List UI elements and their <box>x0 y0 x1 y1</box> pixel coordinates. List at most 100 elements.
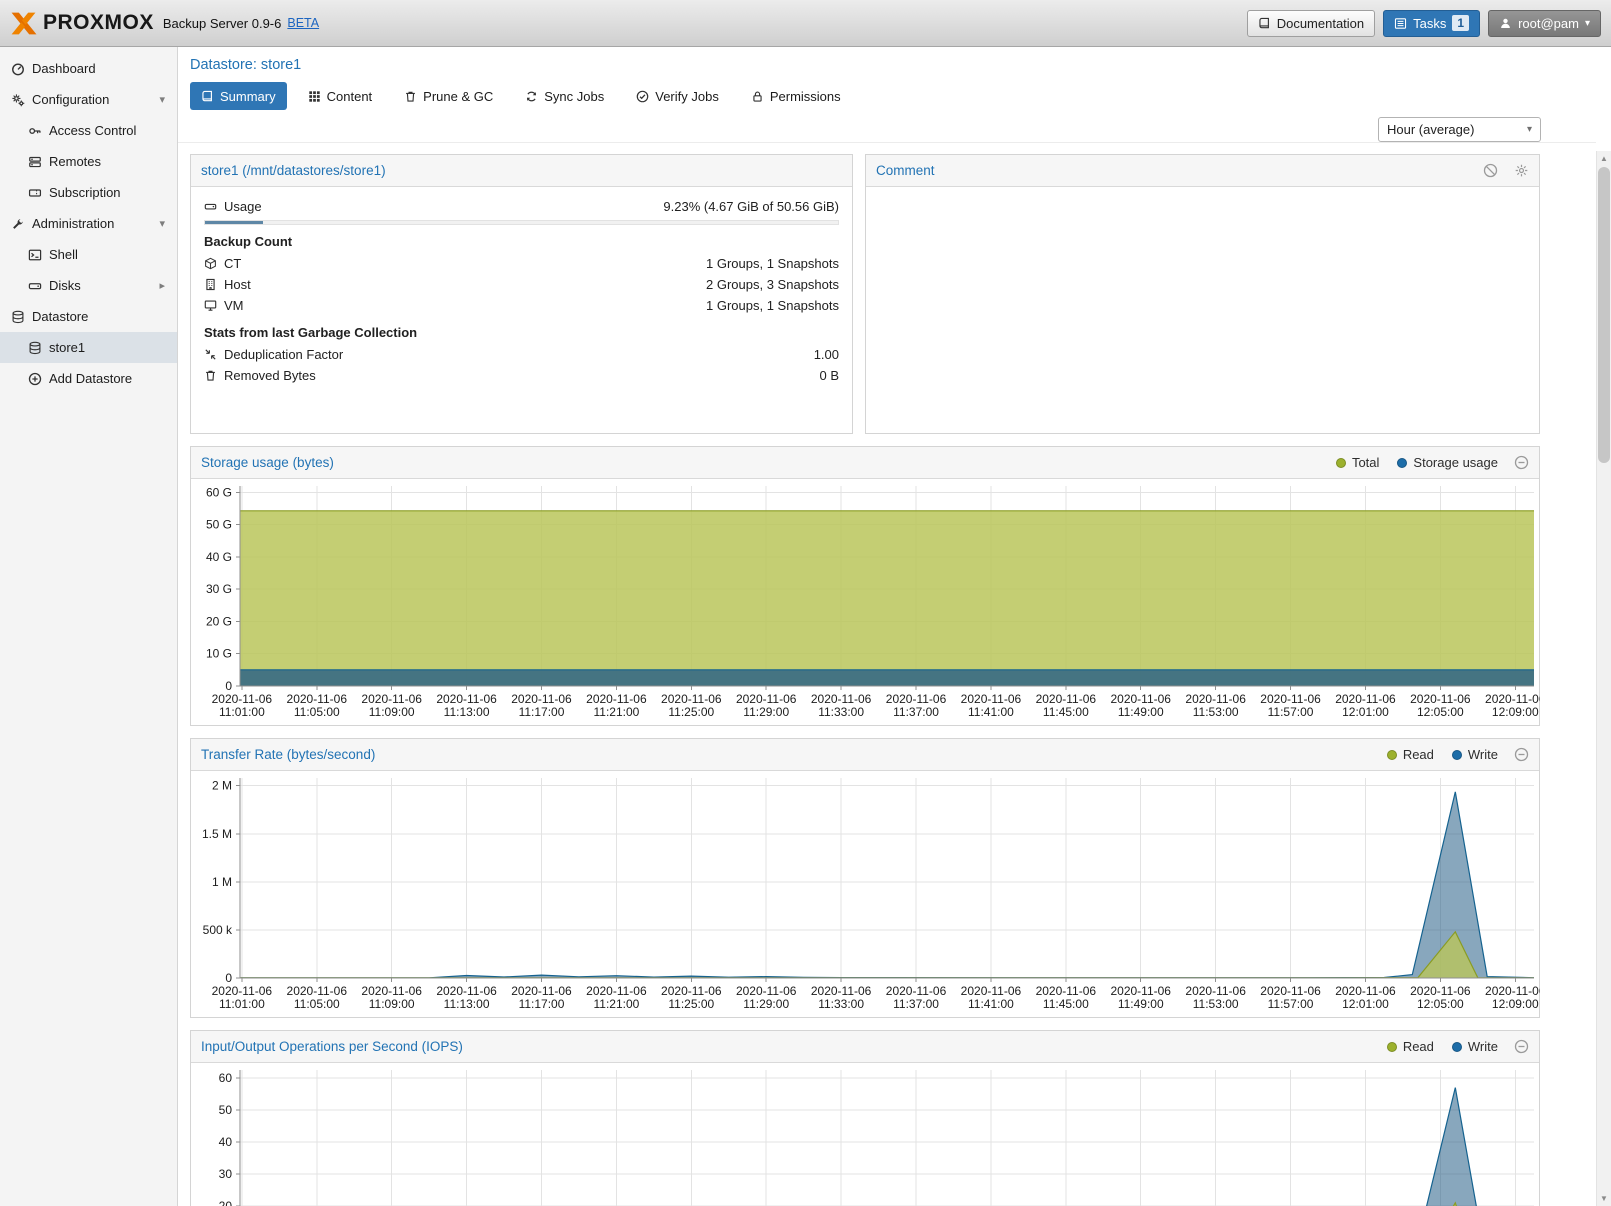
minus-circle-icon <box>1514 747 1529 762</box>
user-menu-button[interactable]: root@pam ▾ <box>1488 10 1601 37</box>
svg-text:2020-11-0611:33:00: 2020-11-0611:33:00 <box>811 692 872 719</box>
svg-text:2020-11-0611:01:00: 2020-11-0611:01:00 <box>212 984 273 1011</box>
legend-item-write[interactable]: Write <box>1452 747 1498 762</box>
chevron-right-icon[interactable]: ▸ <box>159 279 165 292</box>
ticket-icon <box>28 186 42 200</box>
tab-prune-gc[interactable]: Prune & GC <box>393 82 504 110</box>
key-icon <box>28 124 42 138</box>
sidebar-item-configuration[interactable]: Configuration ▾ <box>0 84 177 115</box>
clear-comment-button[interactable] <box>1483 163 1498 178</box>
svg-text:2020-11-0611:01:00: 2020-11-0611:01:00 <box>212 692 273 719</box>
svg-text:2020-11-0611:13:00: 2020-11-0611:13:00 <box>436 692 497 719</box>
collapse-chart-button[interactable] <box>1514 455 1529 470</box>
tab-content[interactable]: Content <box>297 82 384 110</box>
vm-row: VM 1 Groups, 1 Snapshots <box>204 295 839 316</box>
svg-text:2020-11-0611:13:00: 2020-11-0611:13:00 <box>436 984 497 1011</box>
legend-item-total[interactable]: Total <box>1336 455 1379 470</box>
svg-text:2020-11-0611:05:00: 2020-11-0611:05:00 <box>287 984 348 1011</box>
legend-dot <box>1397 458 1407 468</box>
usage-row: Usage 9.23% (4.67 GiB of 50.56 GiB) <box>204 196 839 217</box>
legend-item-storage-usage[interactable]: Storage usage <box>1397 455 1498 470</box>
tasks-badge: 1 <box>1452 15 1469 31</box>
sidebar-item-shell[interactable]: Shell <box>0 239 177 270</box>
tab-sync-jobs[interactable]: Sync Jobs <box>514 82 615 110</box>
chevron-down-icon[interactable]: ▾ <box>159 93 165 106</box>
sidebar: Dashboard Configuration ▾ Access Control… <box>0 47 178 1206</box>
legend-item-read[interactable]: Read <box>1387 747 1434 762</box>
building-icon <box>204 278 217 291</box>
dedup-row: Deduplication Factor 1.00 <box>204 344 839 365</box>
sidebar-item-subscription[interactable]: Subscription <box>0 177 177 208</box>
documentation-button[interactable]: Documentation <box>1247 10 1375 37</box>
gears-icon <box>11 93 25 107</box>
header: PROXMOX Backup Server 0.9-6 BETA Documen… <box>0 0 1611 47</box>
svg-text:2020-11-0612:05:00: 2020-11-0612:05:00 <box>1410 984 1471 1011</box>
minus-circle-icon <box>1514 455 1529 470</box>
svg-text:20 G: 20 G <box>206 614 232 628</box>
svg-text:2020-11-0611:41:00: 2020-11-0611:41:00 <box>961 692 1022 719</box>
hdd-icon <box>28 279 42 293</box>
tab-summary[interactable]: Summary <box>190 82 287 110</box>
user-label: root@pam <box>1518 16 1579 31</box>
scrollbar-track[interactable]: ▲ ▼ <box>1596 151 1611 1206</box>
scrollbar-thumb[interactable] <box>1598 167 1610 463</box>
legend: Read Write <box>1387 1039 1498 1054</box>
legend: Read Write <box>1387 747 1498 762</box>
storage-usage-chart: 010 G20 G30 G40 G50 G60 G2020-11-0611:01… <box>192 480 1540 724</box>
legend-dot <box>1452 1042 1462 1052</box>
sidebar-item-add-datastore[interactable]: Add Datastore <box>0 363 177 394</box>
tab-permissions[interactable]: Permissions <box>740 82 852 110</box>
chart-title-storage: Storage usage (bytes) <box>201 455 334 470</box>
scroll-down-button[interactable]: ▼ <box>1597 1191 1611 1206</box>
sidebar-item-access-control[interactable]: Access Control <box>0 115 177 146</box>
book-icon <box>201 90 214 103</box>
header-actions: Documentation Tasks 1 root@pam ▾ <box>1247 10 1601 37</box>
lock-icon <box>751 90 764 103</box>
legend-dot <box>1387 750 1397 760</box>
storage-usage-chart-panel: Storage usage (bytes) Total Storage usag… <box>190 446 1540 726</box>
chevron-down-icon: ▾ <box>1527 124 1532 135</box>
svg-text:40: 40 <box>219 1135 233 1149</box>
usage-value: 9.23% (4.67 GiB of 50.56 GiB) <box>663 199 839 214</box>
monitor-icon <box>204 299 217 312</box>
sidebar-item-datastore[interactable]: Datastore <box>0 301 177 332</box>
gear-icon <box>1514 163 1529 178</box>
svg-text:2020-11-0611:17:00: 2020-11-0611:17:00 <box>511 984 572 1011</box>
sidebar-item-store1[interactable]: store1 <box>0 332 177 363</box>
svg-text:2020-11-0611:21:00: 2020-11-0611:21:00 <box>586 692 647 719</box>
comment-settings-button[interactable] <box>1514 163 1529 178</box>
beta-link[interactable]: BETA <box>287 16 319 30</box>
usage-progress-bar <box>204 220 839 225</box>
sidebar-item-administration[interactable]: Administration ▾ <box>0 208 177 239</box>
datastore-summary-panel: store1 (/mnt/datastores/store1) Usage 9.… <box>190 154 853 434</box>
iops-chart-panel: Input/Output Operations per Second (IOPS… <box>190 1030 1540 1206</box>
legend: Total Storage usage <box>1336 455 1498 470</box>
user-icon <box>1499 17 1512 30</box>
svg-text:2020-11-0612:09:00: 2020-11-0612:09:00 <box>1485 692 1540 719</box>
svg-text:500 k: 500 k <box>203 923 233 937</box>
svg-text:30: 30 <box>219 1167 233 1181</box>
sidebar-item-disks[interactable]: Disks ▸ <box>0 270 177 301</box>
collapse-chart-button[interactable] <box>1514 1039 1529 1054</box>
chevron-down-icon[interactable]: ▾ <box>159 217 165 230</box>
brand-text: PROXMOX <box>43 11 154 35</box>
collapse-chart-button[interactable] <box>1514 747 1529 762</box>
sidebar-item-dashboard[interactable]: Dashboard <box>0 53 177 84</box>
svg-text:2020-11-0611:53:00: 2020-11-0611:53:00 <box>1185 984 1246 1011</box>
chevron-down-icon: ▾ <box>1585 18 1590 29</box>
timeframe-value: Hour (average) <box>1387 122 1474 137</box>
scroll-up-button[interactable]: ▲ <box>1597 151 1611 166</box>
legend-item-read[interactable]: Read <box>1387 1039 1434 1054</box>
svg-text:2020-11-0611:49:00: 2020-11-0611:49:00 <box>1110 984 1171 1011</box>
svg-text:0: 0 <box>225 679 232 693</box>
tasks-button[interactable]: Tasks 1 <box>1383 10 1480 37</box>
main-area: Datastore: store1 Summary Content Prune … <box>178 47 1596 1206</box>
timeframe-select[interactable]: Hour (average) ▾ <box>1378 117 1541 142</box>
tab-verify-jobs[interactable]: Verify Jobs <box>625 82 730 110</box>
sidebar-item-remotes[interactable]: Remotes <box>0 146 177 177</box>
legend-dot <box>1336 458 1346 468</box>
svg-text:2020-11-0611:09:00: 2020-11-0611:09:00 <box>361 692 422 719</box>
legend-item-write[interactable]: Write <box>1452 1039 1498 1054</box>
comment-content[interactable] <box>866 187 1539 433</box>
toolbar: Hour (average) ▾ <box>178 117 1596 143</box>
